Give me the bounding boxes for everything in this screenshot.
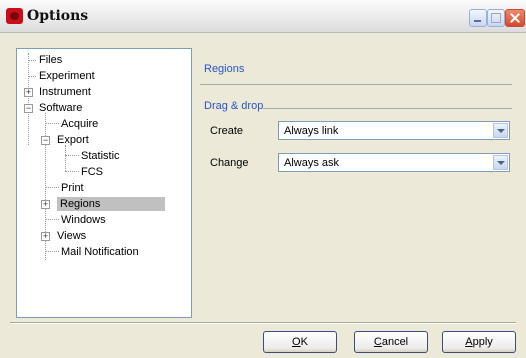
tree-connector — [28, 76, 36, 77]
maximize-button[interactable] — [487, 9, 505, 27]
expand-instrument-icon[interactable]: + — [24, 88, 33, 97]
cancel-mnemonic: C — [373, 336, 382, 348]
tree-connector — [45, 123, 59, 124]
apply-button[interactable]: Apply — [442, 331, 516, 353]
options-tree[interactable]: + − − + + Files Experiment Instrument So… — [16, 48, 192, 318]
tree-connector — [28, 60, 36, 61]
title-bar[interactable]: Options — [0, 0, 526, 33]
apply-label-rest: pply — [472, 336, 493, 348]
cancel-button[interactable]: Cancel — [354, 331, 428, 353]
ok-button[interactable]: OK — [263, 331, 337, 353]
panel-title: Regions — [204, 63, 245, 75]
app-icon — [6, 8, 23, 24]
expand-views-icon[interactable]: + — [41, 232, 50, 241]
chevron-down-icon[interactable] — [493, 155, 508, 170]
minimize-button[interactable] — [469, 9, 487, 27]
window-title: Options — [27, 8, 89, 24]
tree-connector — [65, 155, 79, 156]
tree-item-fcs[interactable]: FCS — [81, 165, 103, 179]
tree-item-export[interactable]: Export — [57, 133, 89, 147]
group-title: Drag & drop — [204, 100, 264, 112]
group-divider — [263, 108, 512, 109]
tree-item-views[interactable]: Views — [57, 229, 86, 243]
change-select-value: Always ask — [284, 157, 340, 169]
options-dialog: Options + − − + + Files Experiment Instr… — [0, 0, 526, 358]
chevron-down-icon[interactable] — [493, 123, 508, 138]
create-select[interactable]: Always link — [278, 121, 510, 140]
apply-mnemonic: A — [465, 336, 473, 348]
tree-connector — [45, 251, 59, 252]
expand-regions-icon[interactable]: + — [41, 200, 50, 209]
tree-connector — [65, 145, 66, 171]
tree-connector — [28, 53, 29, 145]
panel-title-divider — [200, 84, 512, 85]
tree-item-regions[interactable]: Regions — [57, 197, 165, 211]
tree-item-instrument[interactable]: Instrument — [39, 85, 91, 99]
tree-item-mail-notification[interactable]: Mail Notification — [61, 245, 139, 259]
tree-item-software[interactable]: Software — [39, 101, 82, 115]
create-label: Create — [210, 125, 244, 137]
tree-item-windows[interactable]: Windows — [61, 213, 106, 227]
footer-divider-highlight — [10, 323, 516, 324]
tree-item-files[interactable]: Files — [39, 53, 62, 67]
tree-item-experiment[interactable]: Experiment — [39, 69, 95, 83]
cancel-label-rest: ancel — [381, 336, 409, 348]
create-select-value: Always link — [284, 125, 339, 137]
ok-label-rest: K — [300, 336, 308, 348]
tree-item-statistic[interactable]: Statistic — [81, 149, 120, 163]
change-select[interactable]: Always ask — [278, 153, 510, 172]
collapse-software-icon[interactable]: − — [24, 104, 33, 113]
tree-connector — [45, 187, 59, 188]
ok-mnemonic: O — [292, 336, 301, 348]
collapse-export-icon[interactable]: − — [41, 136, 50, 145]
tree-connector — [45, 219, 59, 220]
change-label: Change — [210, 157, 249, 169]
close-button[interactable] — [505, 9, 525, 27]
tree-connector — [65, 171, 79, 172]
tree-item-acquire[interactable]: Acquire — [61, 117, 98, 131]
tree-item-print[interactable]: Print — [61, 181, 84, 195]
